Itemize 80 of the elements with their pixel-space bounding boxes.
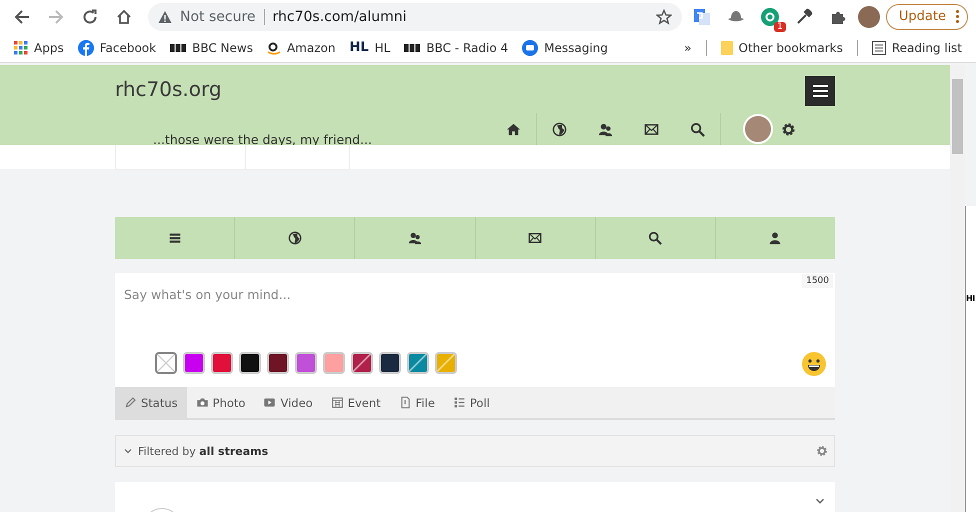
reload-icon [82,8,98,24]
site-logo[interactable]: rhc70s.org [115,77,222,101]
bookmark-link[interactable]: Apps [14,40,64,54]
grid-icon [14,40,28,54]
background-swatch[interactable] [379,352,401,374]
background-swatch[interactable] [267,352,289,374]
menu-button[interactable] [805,76,835,106]
background-swatch[interactable] [351,352,373,374]
bookmark-link[interactable]: BBC - Radio 4 [404,40,508,54]
people-icon [598,122,612,136]
status-input[interactable]: Say what's on your mind... [124,287,724,302]
list-icon [872,40,886,54]
reading-list-link[interactable]: Reading list [872,40,962,54]
bookmark-link[interactable]: Messaging [522,40,608,56]
star-icon[interactable] [656,8,672,24]
background-swatch[interactable] [183,352,205,374]
mail-icon [528,231,542,245]
background-swatch[interactable] [211,352,233,374]
mail-icon [644,122,658,136]
warning-icon [158,10,172,24]
globe-icon [288,231,302,245]
bbc-logo-icon [404,44,420,52]
background-swatch[interactable] [323,352,345,374]
post-type-tab[interactable]: Event [322,387,390,418]
bookmark-link[interactable]: Amazon [266,40,336,56]
other-bookmarks-link[interactable]: Other bookmarks [720,40,843,54]
profile-avatar[interactable] [858,6,880,28]
list-icon [168,231,182,245]
post-type-tab[interactable]: Status [115,387,187,418]
search-icon [648,231,662,245]
bookmarks-overflow-button[interactable]: » [684,40,692,54]
post-type-tab[interactable]: Video [254,387,322,418]
person-icon [768,231,782,245]
background-swatch[interactable] [435,352,457,374]
update-button[interactable]: Update [886,4,968,30]
facebook-icon [78,40,94,56]
filter-label: Filtered by all streams [138,444,270,458]
home-icon [116,8,132,24]
eyedropper-icon[interactable] [794,8,813,26]
post-type-tab[interactable]: File [390,387,444,418]
calendar-icon [330,396,344,409]
home-icon [506,122,520,136]
notification-badge: 1 [774,22,786,32]
poll-icon [452,396,466,409]
video-icon [263,396,276,409]
background-swatch[interactable] [155,352,177,374]
bbc-logo-icon [170,44,186,52]
bookmark-link[interactable]: Facebook [78,40,156,56]
chat-icon [522,40,538,56]
amazon-icon [266,40,281,56]
file-icon [398,396,412,409]
security-label: Not secure [180,8,256,24]
window-text: HI [966,294,975,303]
gear-icon [816,445,828,457]
gear-icon [781,122,796,136]
back-arrow-icon [14,8,30,24]
url-text: rhc70s.com/alumni [272,8,408,24]
character-counter: 1500 [802,274,833,288]
smiley-icon[interactable] [801,351,827,377]
filter-settings-button[interactable] [816,445,828,457]
forward-arrow-icon [48,8,64,24]
bookmark-logo: HL [349,40,369,55]
pencil-icon [124,396,137,409]
background-swatch[interactable] [407,352,429,374]
address-bar[interactable]: Not secure rhc70s.com/alumni [148,2,682,30]
globe-icon [552,122,567,136]
bookmark-link[interactable]: BBC News [170,40,253,54]
background-swatch[interactable] [295,352,317,374]
bookmark-link[interactable]: HL HL [349,40,390,55]
hat-icon[interactable] [726,10,745,24]
people-icon [408,231,422,245]
post-type-tab[interactable]: Photo [186,387,254,418]
avatar-circle[interactable] [743,114,773,144]
settings-button[interactable] [781,122,796,136]
post-type-tab[interactable]: Poll [444,387,499,418]
background-swatch[interactable] [239,352,261,374]
camera-icon [196,396,209,409]
translate-icon[interactable] [692,8,711,26]
grammar-extension-icon[interactable] [760,6,780,26]
search-icon [690,122,704,136]
